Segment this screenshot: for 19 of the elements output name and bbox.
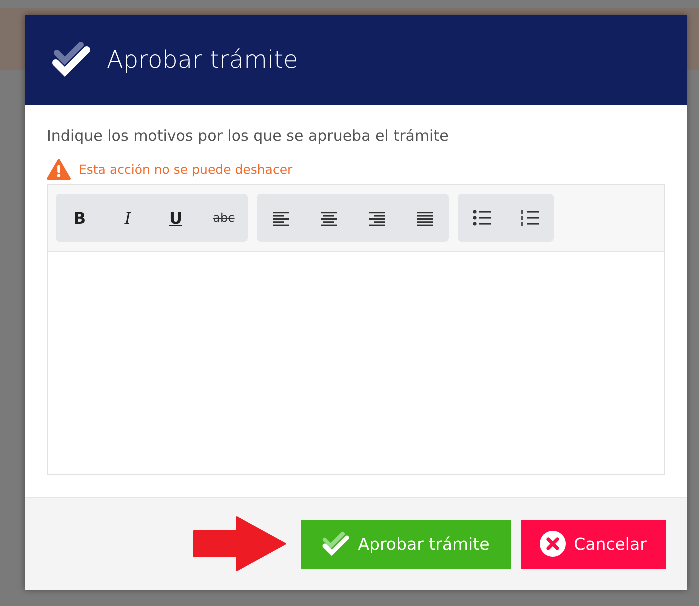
- align-right-icon: [367, 209, 387, 227]
- bold-button[interactable]: B: [56, 194, 104, 242]
- double-check-icon: [322, 531, 350, 557]
- dialog-title: Aprobar trámite: [107, 46, 298, 74]
- warning-icon: [47, 159, 71, 180]
- numbered-list-icon: [520, 209, 540, 227]
- strikethrough-button[interactable]: abc: [200, 194, 248, 242]
- prompt-text: Indique los motivos por los que se aprueba el trámite: [47, 127, 450, 145]
- justify-icon: [415, 209, 435, 227]
- cancel-button[interactable]: Cancelar: [521, 520, 666, 568]
- double-check-icon: [51, 41, 93, 79]
- bullet-list-icon: [472, 209, 492, 227]
- align-center-icon: [319, 209, 339, 227]
- arrow-icon: [193, 516, 287, 572]
- italic-button[interactable]: I: [104, 194, 152, 242]
- align-left-icon: [271, 209, 291, 227]
- underline-button[interactable]: U: [152, 194, 200, 242]
- close-icon: [540, 531, 566, 557]
- warning-text: Esta acción no se puede deshacer: [79, 162, 293, 177]
